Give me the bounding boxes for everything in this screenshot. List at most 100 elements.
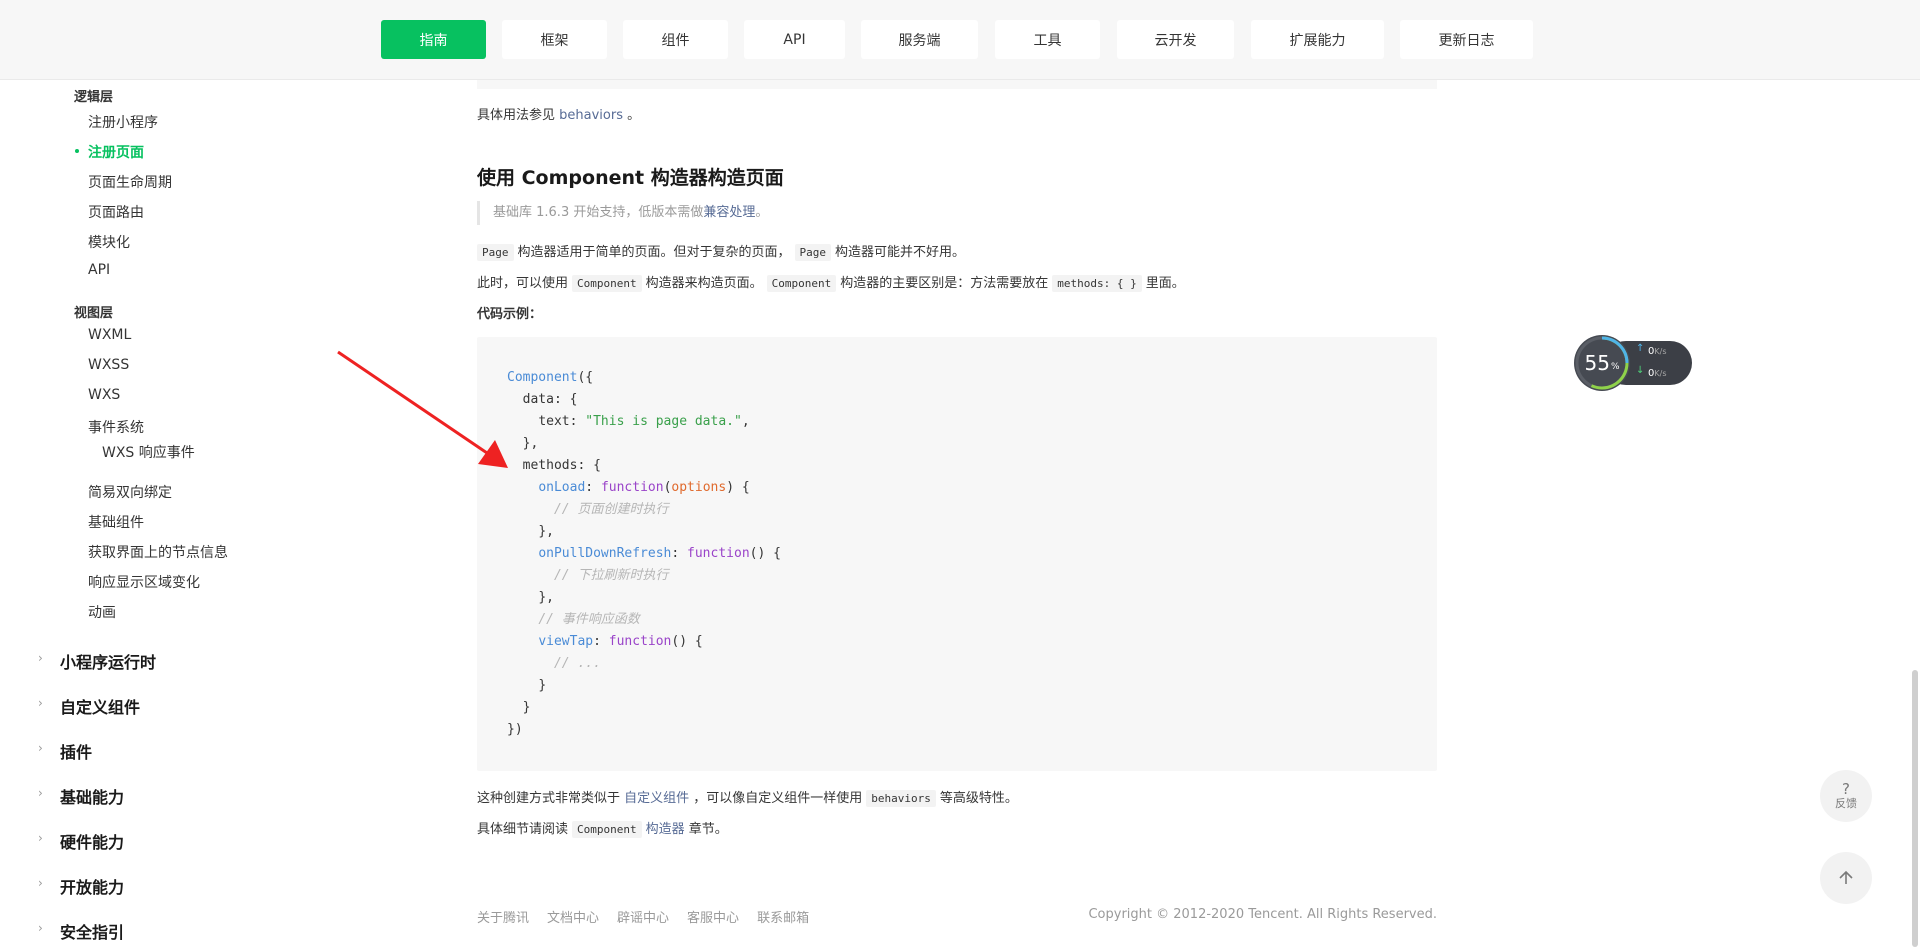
chevron-right-icon: › [38, 831, 43, 845]
text: 章节。 [684, 822, 728, 837]
sidebar-item-modules[interactable]: 模块化 [88, 232, 130, 252]
code-token: }, [538, 524, 554, 539]
code-token: // ... [553, 656, 601, 671]
sidebar-item-api[interactable]: API [88, 262, 110, 278]
code-token: function [600, 480, 664, 495]
footer-link-support[interactable]: 客服中心 [687, 911, 739, 926]
sidebar-item-resize[interactable]: 响应显示区域变化 [88, 572, 200, 592]
sidebar-item-register-page[interactable]: 注册页面 [75, 142, 144, 162]
rate-unit: K/s [1654, 347, 1667, 356]
sidebar-section-basic-abilities[interactable]: › 基础能力 [38, 784, 124, 808]
arrow-up-icon [1839, 870, 1853, 884]
code-token: // 事件响应函数 [538, 612, 640, 627]
code-token: }, [538, 590, 554, 605]
sidebar-item-wxss[interactable]: WXSS [88, 357, 129, 373]
chevron-right-icon: › [38, 741, 43, 755]
percent-value: 55 [1584, 351, 1610, 375]
chevron-right-icon: › [38, 921, 43, 935]
page-scrollbar[interactable] [1912, 670, 1918, 947]
footer-link-rumors[interactable]: 辟谣中心 [617, 911, 669, 926]
constructor-link[interactable]: 构造器 [646, 822, 685, 837]
code-token: }) [507, 722, 523, 737]
text: 。 [622, 108, 641, 123]
code-token: "This is page data." [585, 414, 742, 429]
sidebar-item-animation[interactable]: 动画 [88, 602, 116, 622]
footer-link-docs[interactable]: 文档中心 [547, 911, 599, 926]
sidebar-section-custom-components[interactable]: › 自定义组件 [38, 694, 140, 718]
text: 具体用法参见 [477, 108, 560, 123]
text: 。 [755, 205, 769, 220]
sidebar-item-basic-components[interactable]: 基础组件 [88, 512, 144, 532]
code-token: } [522, 700, 531, 715]
inline-code: methods: { } [1052, 275, 1142, 292]
feedback-label: 反馈 [1835, 797, 1857, 810]
code-token: } [538, 678, 547, 693]
inline-code: Component [766, 275, 837, 292]
previous-code-block [477, 80, 1437, 89]
text: 等高级特性。 [939, 791, 1018, 806]
sidebar-section-hardware[interactable]: › 硬件能力 [38, 829, 124, 853]
active-dot-icon [75, 149, 79, 153]
code-token: function [608, 634, 672, 649]
sidebar-item-two-way-binding[interactable]: 简易双向绑定 [88, 482, 172, 502]
annotation-arrow [337, 350, 508, 468]
tab-server[interactable]: 服务端 [861, 20, 978, 59]
paragraph-component-constructor: 此时，可以使用 Component 构造器来构造页面。 Component 构造器的主要… [477, 272, 1185, 292]
question-icon: ? [1842, 780, 1850, 798]
inline-code: Component [572, 275, 642, 292]
compat-link[interactable]: 兼容处理 [703, 205, 755, 220]
sidebar-section-security[interactable]: › 安全指引 [38, 919, 125, 943]
sidebar-item-page-route[interactable]: 页面路由 [88, 202, 144, 222]
sidebar-section-open-abilities[interactable]: › 开放能力 [38, 874, 125, 898]
tab-cloud[interactable]: 云开发 [1117, 20, 1234, 59]
download-arrow-icon: ↓ [1636, 365, 1645, 376]
tab-components[interactable]: 组件 [623, 20, 728, 59]
code-token: // 页面创建时执行 [553, 502, 669, 517]
text: 里面。 [1145, 276, 1185, 291]
sidebar: 逻辑层 注册小程序 注册页面 页面生命周期 页面路由 模块化 API 视图层 W… [0, 80, 333, 947]
sidebar-section-label: 开放能力 [60, 878, 125, 897]
text: 构造器的主要区别是：方法需要放在 [840, 276, 1049, 291]
tab-framework[interactable]: 框架 [502, 20, 607, 59]
paragraph-custom-component-like: 这种创建方式非常类似于 自定义组件 ，可以像自定义组件一样使用 behaviors… [477, 787, 1018, 807]
sidebar-section-plugins[interactable]: › 插件 [38, 739, 92, 763]
text: 构造器适用于简单的页面。但对于复杂的页面， [517, 245, 791, 260]
chevron-right-icon: › [38, 876, 43, 890]
footer-link-about[interactable]: 关于腾讯 [477, 911, 529, 926]
footer-link-email[interactable]: 联系邮箱 [757, 911, 809, 926]
back-to-top-button[interactable] [1820, 852, 1872, 904]
code-token: function [687, 546, 750, 561]
paragraph-read-more: 具体细节请阅读 Component 构造器 章节。 [477, 818, 728, 838]
sidebar-group-view: 视图层 [74, 306, 114, 321]
tab-guide[interactable]: 指南 [381, 20, 486, 59]
tab-api[interactable]: API [744, 20, 845, 59]
code-token: options [671, 480, 727, 495]
sidebar-section-label: 安全指引 [60, 923, 125, 942]
code-token: data: { [522, 392, 578, 407]
sidebar-item-events[interactable]: 事件系统 [88, 417, 144, 437]
sidebar-item-wxml[interactable]: WXML [88, 327, 131, 343]
tab-extensions[interactable]: 扩展能力 [1251, 20, 1384, 59]
inline-code: Page [477, 244, 514, 261]
feedback-button[interactable]: ? 反馈 [1820, 770, 1872, 822]
sidebar-item-label: 注册页面 [88, 145, 144, 161]
footer-links: 关于腾讯 文档中心 辟谣中心 客服中心 联系邮箱 [477, 907, 827, 926]
tab-changelog[interactable]: 更新日志 [1400, 20, 1533, 59]
text: 构造器来构造页面。 [645, 276, 763, 291]
behaviors-link[interactable]: behaviors [559, 108, 623, 123]
sidebar-item-register-app[interactable]: 注册小程序 [88, 112, 158, 132]
sidebar-section-runtime[interactable]: › 小程序运行时 [38, 649, 156, 673]
rate-unit: K/s [1654, 369, 1667, 378]
code-token: methods: { [522, 458, 601, 473]
paragraph-page-constructor: Page 构造器适用于简单的页面。但对于复杂的页面， Page 构造器可能并不好用。 [477, 241, 965, 261]
sidebar-item-page-lifecycle[interactable]: 页面生命周期 [88, 172, 172, 192]
version-tip: 基础库 1.6.3 开始支持，低版本需做兼容处理。 [477, 201, 1437, 225]
text: 这种创建方式非常类似于 [477, 791, 625, 806]
tab-tools[interactable]: 工具 [995, 20, 1100, 59]
sidebar-item-wxs[interactable]: WXS [88, 387, 120, 403]
custom-component-link[interactable]: 自定义组件 [624, 791, 689, 806]
network-speed-widget[interactable]: 55% ↑ ↓ 0K/s 0K/s [1572, 333, 1692, 393]
sidebar-item-node-info[interactable]: 获取界面上的节点信息 [88, 542, 228, 562]
sidebar-item-wxs-events[interactable]: WXS 响应事件 [102, 442, 195, 462]
text: 此时，可以使用 [477, 276, 569, 291]
